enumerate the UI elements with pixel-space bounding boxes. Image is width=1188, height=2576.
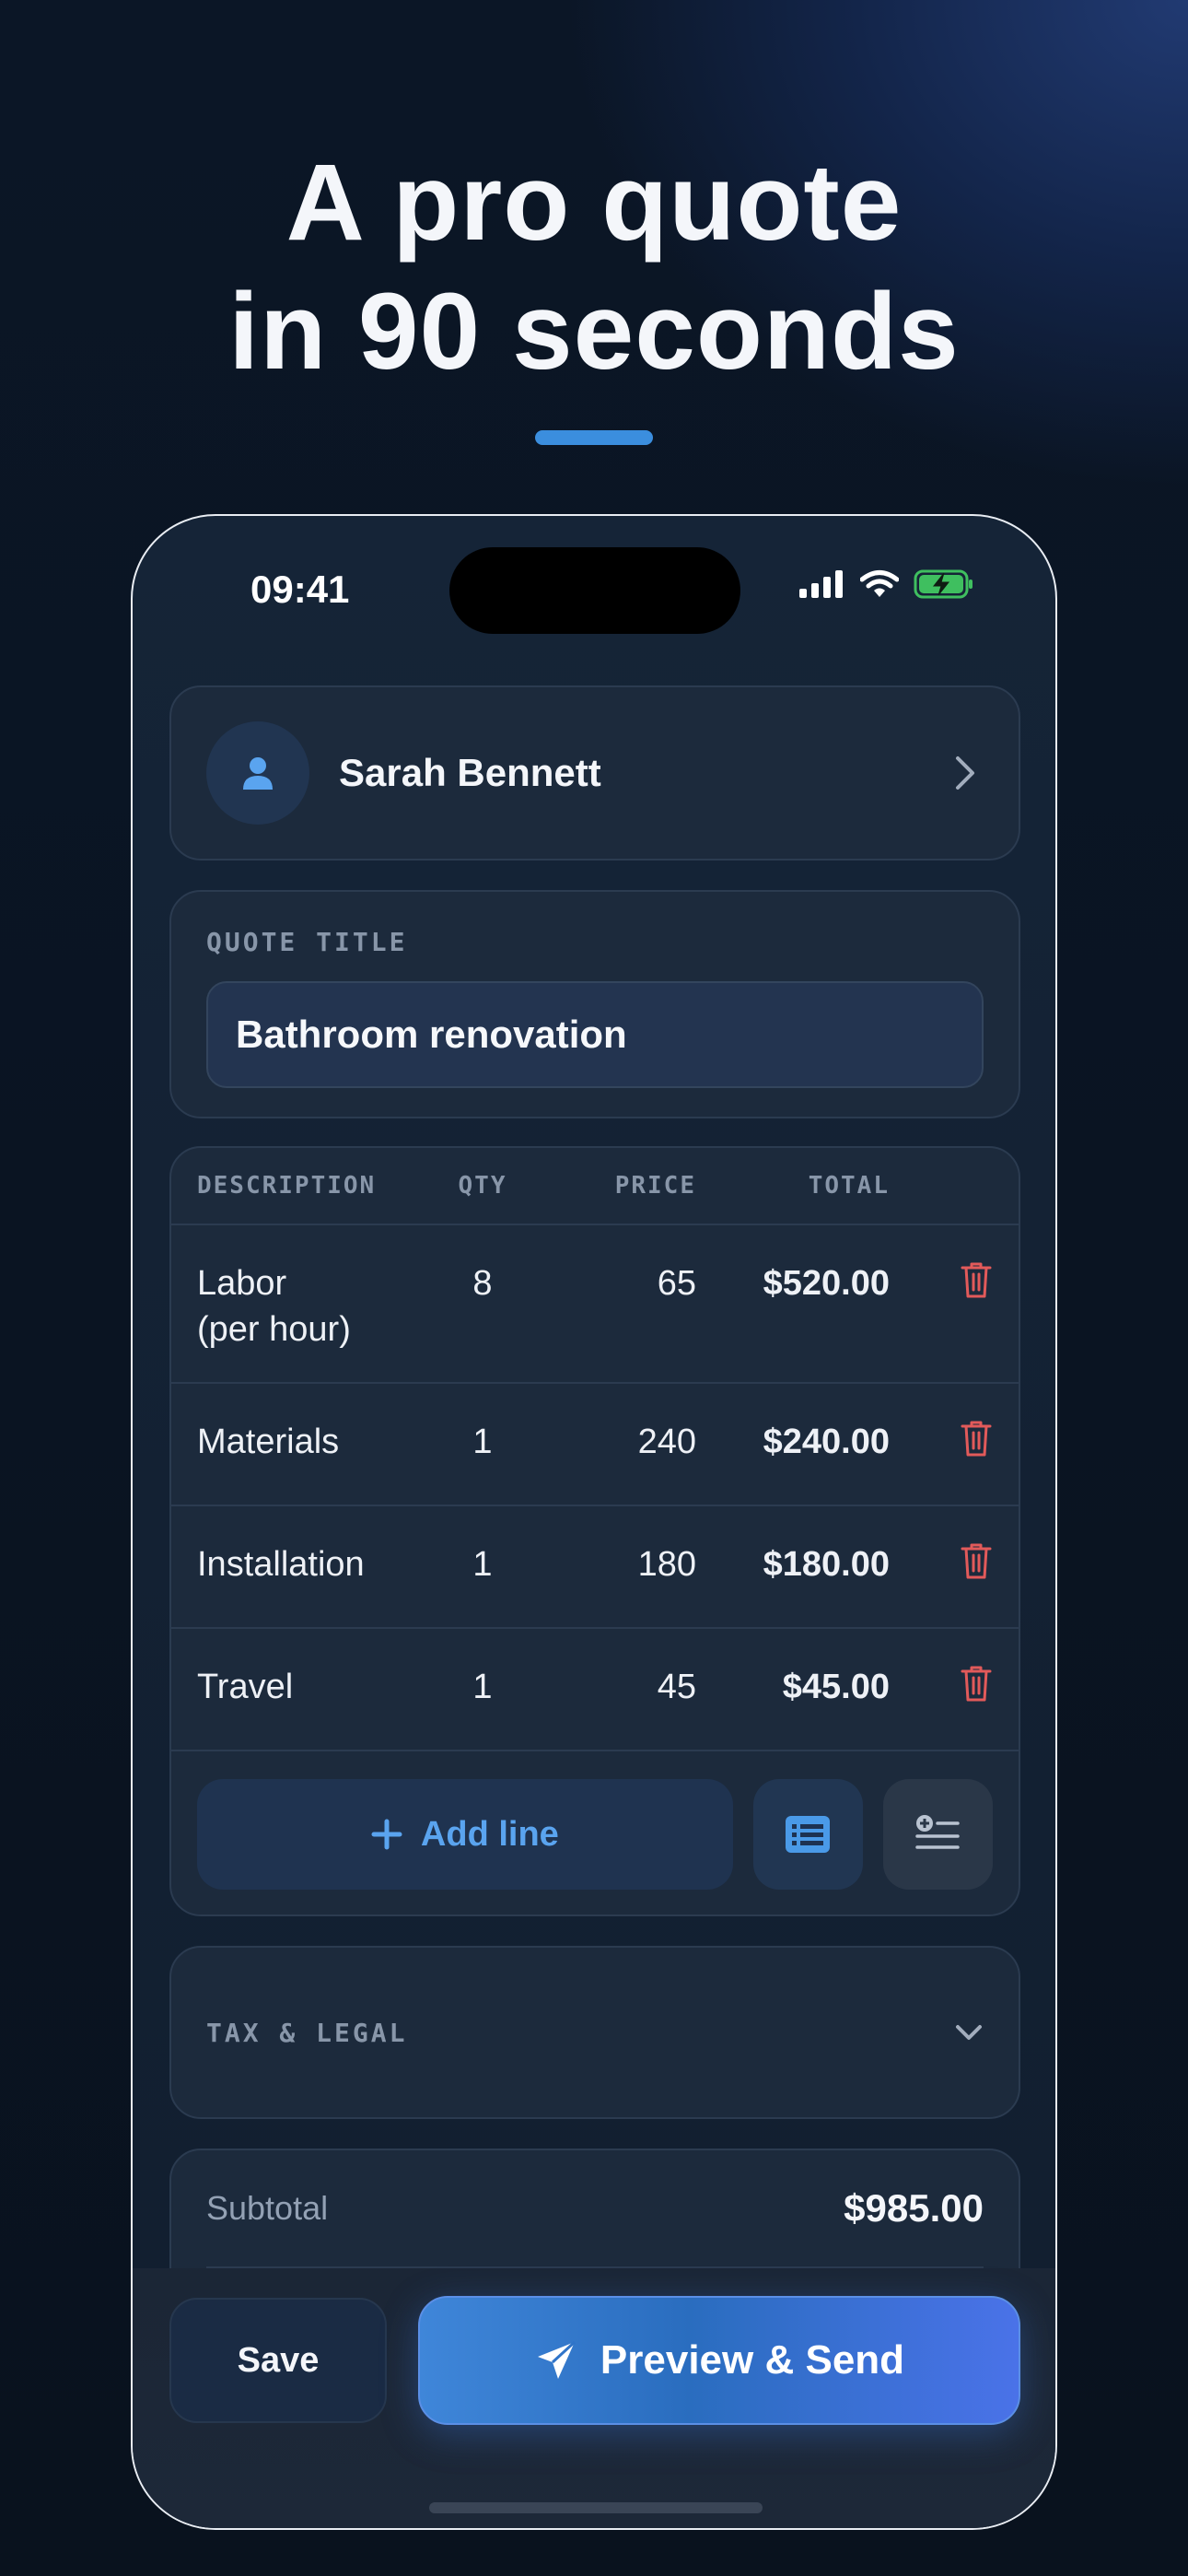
client-card[interactable]: Sarah Bennett <box>169 685 1020 861</box>
tax-legal-label: TAX & LEGAL <box>206 2017 408 2048</box>
phone-frame: 09:41 Sarah Bennett QUOTE TITLE Bathroom… <box>131 514 1057 2530</box>
status-time: 09:41 <box>250 568 350 611</box>
dynamic-island <box>449 547 740 634</box>
trash-icon <box>961 1421 992 1457</box>
add-line-button[interactable]: Add line <box>197 1779 733 1890</box>
table-row[interactable]: Labor (per hour) 8 65 $520.00 <box>171 1225 1019 1384</box>
row-price[interactable]: 180 <box>529 1541 696 1587</box>
add-list-icon <box>915 1815 961 1849</box>
row-description-line: (per hour) <box>197 1310 351 1349</box>
row-total: $240.00 <box>763 1423 890 1461</box>
signal-icon <box>799 570 843 598</box>
row-qty[interactable]: 1 <box>437 1664 529 1710</box>
row-description[interactable]: Labor (per hour) <box>197 1260 437 1352</box>
line-item-actions: Add line <box>171 1751 1019 1914</box>
row-qty[interactable]: 1 <box>437 1541 529 1587</box>
trash-icon <box>961 1543 992 1579</box>
plus-icon <box>371 1819 402 1850</box>
delete-row-button[interactable] <box>890 1260 993 1299</box>
save-button[interactable]: Save <box>169 2298 387 2423</box>
row-price[interactable]: 65 <box>529 1260 696 1306</box>
tax-legal-section[interactable]: TAX & LEGAL <box>169 1946 1020 2119</box>
preview-send-button[interactable]: Preview & Send <box>418 2296 1020 2425</box>
subtotal-label: Subtotal <box>206 2189 329 2227</box>
wifi-icon <box>860 570 899 597</box>
header-total: TOTAL <box>808 1172 890 1200</box>
row-description-line: Labor <box>197 1264 287 1303</box>
trash-icon <box>961 1262 992 1298</box>
client-name: Sarah Bennett <box>339 751 601 794</box>
chevron-right-icon <box>947 755 984 791</box>
quote-title-input[interactable]: Bathroom renovation <box>206 981 984 1088</box>
quote-title-card: QUOTE TITLE Bathroom renovation <box>169 890 1020 1118</box>
subtotal-row: Subtotal $985.00 <box>206 2150 984 2268</box>
preview-send-label: Preview & Send <box>600 2337 905 2383</box>
home-indicator <box>429 2502 763 2513</box>
subtotal-value: $985.00 <box>844 2186 984 2230</box>
header-description: DESCRIPTION <box>197 1172 377 1200</box>
row-description[interactable]: Installation <box>197 1541 437 1587</box>
delete-row-button[interactable] <box>890 1664 993 1703</box>
avatar <box>206 721 309 825</box>
row-description[interactable]: Materials <box>197 1419 437 1465</box>
headline: A pro quote in 90 seconds <box>0 138 1188 396</box>
quote-title-label: QUOTE TITLE <box>206 927 408 957</box>
bottom-action-bar: Save Preview & Send <box>133 2268 1055 2528</box>
header-qty: QTY <box>458 1172 507 1200</box>
row-total: $45.00 <box>782 1668 890 1706</box>
list-card-icon <box>786 1816 831 1853</box>
send-icon <box>537 2340 576 2379</box>
status-icons <box>799 569 974 599</box>
add-line-label: Add line <box>420 1814 559 1854</box>
headline-line-1: A pro quote <box>285 142 903 263</box>
table-header: DESCRIPTION QTY PRICE TOTAL <box>171 1148 1019 1225</box>
row-price[interactable]: 45 <box>529 1664 696 1710</box>
chevron-down-icon <box>956 2025 982 2040</box>
table-row[interactable]: Installation 1 180 $180.00 <box>171 1506 1019 1629</box>
row-total: $520.00 <box>763 1264 890 1303</box>
delete-row-button[interactable] <box>890 1541 993 1580</box>
person-icon <box>243 757 273 790</box>
row-price[interactable]: 240 <box>529 1419 696 1465</box>
catalog-button[interactable] <box>752 1779 863 1890</box>
header-price: PRICE <box>614 1172 696 1200</box>
row-total: $180.00 <box>763 1545 890 1584</box>
row-description[interactable]: Travel <box>197 1664 437 1710</box>
row-qty[interactable]: 1 <box>437 1419 529 1465</box>
line-items-card: DESCRIPTION QTY PRICE TOTAL Labor (per h… <box>169 1146 1020 1916</box>
trash-icon <box>961 1666 992 1702</box>
table-row[interactable]: Materials 1 240 $240.00 <box>171 1384 1019 1506</box>
delete-row-button[interactable] <box>890 1419 993 1458</box>
add-from-template-button[interactable] <box>882 1779 993 1890</box>
row-qty[interactable]: 8 <box>437 1260 529 1306</box>
battery-charging-icon <box>914 569 973 599</box>
table-row[interactable]: Travel 1 45 $45.00 <box>171 1629 1019 1751</box>
accent-divider <box>535 430 653 445</box>
headline-line-2: in 90 seconds <box>228 271 960 392</box>
